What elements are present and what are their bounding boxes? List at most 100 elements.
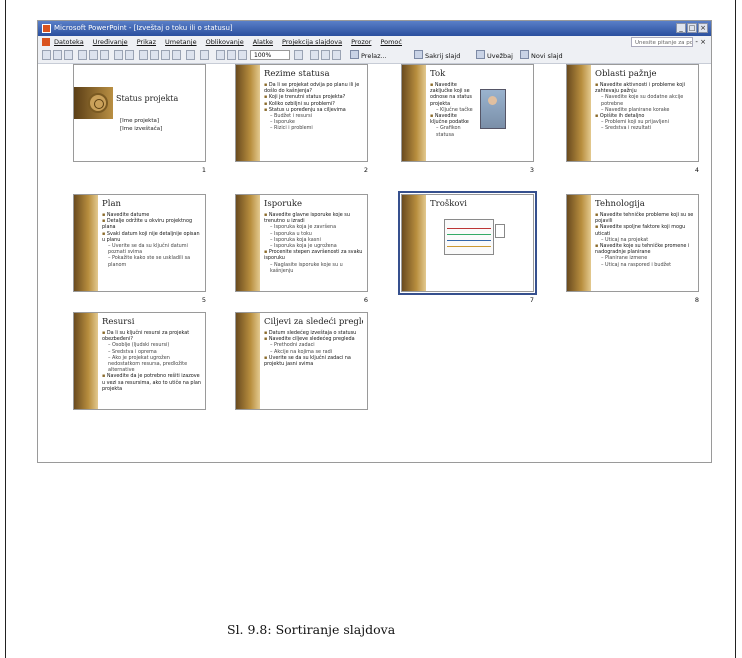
new-slide-icon-small	[520, 50, 529, 59]
slide-thumbnail[interactable]: Plan Navedite datumeDetalje održite u ok…	[73, 194, 206, 292]
chart-icon[interactable]	[216, 50, 225, 60]
copy-icon[interactable]	[150, 50, 159, 60]
new-slide-icon[interactable]	[332, 50, 341, 60]
bullet-item: Navedite tehničke probleme koji su se po…	[595, 212, 694, 224]
slide-thumbnail[interactable]: Oblasti pažnje Navedite aktivnosti i pro…	[566, 64, 699, 162]
slide-thumbnail-selected[interactable]: Troškovi	[398, 191, 537, 295]
slide-title: Isporuke	[264, 199, 302, 209]
slide-body: Navedite tehničke probleme koji su se po…	[595, 212, 694, 268]
slide-thumbnail[interactable]: Isporuke Navedite glavne isporuke koje s…	[235, 194, 368, 292]
slide-title: Troškovi	[430, 199, 468, 209]
hide-slide-button[interactable]: Sakrij slajd	[414, 50, 460, 62]
minimize-button[interactable]: _	[676, 23, 686, 33]
open-icon[interactable]	[53, 50, 62, 60]
bullet-item: Svaki datum koji nije detaljnije opisan …	[102, 231, 201, 243]
document-icon[interactable]	[42, 38, 50, 46]
new-slide-button[interactable]: Novi slajd	[520, 50, 563, 62]
slide-title: Plan	[102, 199, 121, 209]
table-icon[interactable]	[227, 50, 236, 60]
chart-placeholder	[444, 219, 494, 255]
bullet-item: Detalje održite u okviru projektnog plan…	[102, 218, 201, 230]
menu-umetanje[interactable]: Umetanje	[165, 36, 197, 48]
slide-body: Navedite glavne isporuke koje su trenutn…	[264, 212, 363, 274]
powerpoint-icon	[42, 24, 51, 33]
cut-icon[interactable]	[139, 50, 148, 60]
menu-uredivanje[interactable]: Uređivanje	[93, 36, 128, 48]
menu-prozor[interactable]: Prozor	[351, 36, 371, 48]
rehearse-button[interactable]: Uvežbaj	[476, 50, 513, 62]
slide-body: Navedite datumeDetalje održite u okviru …	[102, 212, 201, 268]
research-icon[interactable]	[125, 50, 134, 60]
slide-number: 6	[363, 296, 368, 304]
slide-number: 7	[529, 296, 534, 304]
new-slide-label: Novi slajd	[531, 52, 563, 60]
close-button[interactable]: ×	[698, 23, 708, 33]
menu-items: Datoteka Uređivanje Prikaz Umetanje Obli…	[54, 36, 402, 48]
menu-alatke[interactable]: Alatke	[253, 36, 273, 48]
slide-thumbnail[interactable]: Resursi Da li su ključni resursi za proj…	[73, 312, 206, 410]
help-icon[interactable]	[294, 50, 303, 60]
slide-thumbnail[interactable]: Tehnologija Navedite tehničke probleme k…	[566, 194, 699, 292]
transition-button[interactable]: Prelaz...	[350, 50, 387, 62]
print-preview-icon[interactable]	[100, 50, 109, 60]
help-search-input[interactable]: Unesite pitanje za pomoć	[631, 37, 693, 47]
slide-body: Navedite aktivnosti i probleme koji zaht…	[595, 82, 694, 132]
standard-toolbar: 100% Prelaz... Sakrij slajd Uvežbaj Novi…	[38, 48, 711, 64]
slide-layout-icon[interactable]	[321, 50, 330, 60]
maximize-button[interactable]: □	[687, 23, 697, 33]
bullet-item: Navedite da je potrebno rešiti izazove u…	[102, 373, 201, 392]
paste-icon[interactable]	[161, 50, 170, 60]
menu-oblikovanje[interactable]: Oblikovanje	[206, 36, 244, 48]
document-close-button[interactable]: - ×	[695, 36, 706, 48]
slide-title: Oblasti pažnje	[595, 69, 657, 79]
slide-thumbnail[interactable]: Rezime statusa Da li se projekat odvija …	[235, 64, 368, 162]
bullet-item: Procenite stepen završenosti za svaku is…	[264, 249, 363, 261]
rehearse-label: Uvežbaj	[487, 52, 513, 60]
transition-label: Prelaz...	[361, 52, 387, 60]
title-bar: Microsoft PowerPoint - [Izveštaj o toku …	[38, 21, 711, 36]
menu-pomoc[interactable]: Pomoć	[380, 36, 402, 48]
redo-icon[interactable]	[200, 50, 209, 60]
sub-bullet-item: Rizici i problemi	[270, 125, 363, 131]
subtitle-line: [Ime projekta]	[120, 118, 160, 124]
decorative-strip	[402, 65, 426, 161]
slide-number: 3	[529, 166, 534, 174]
sub-bullet-item: Pokažite kako ste se uskladili sa planom	[108, 255, 201, 267]
spelling-icon[interactable]	[114, 50, 123, 60]
menu-prikaz[interactable]: Prikaz	[137, 36, 156, 48]
bullet-item: Da li se projekat odvija po planu ili je…	[264, 82, 363, 94]
bullet-item: Da li su ključni resursi za projekat obe…	[102, 330, 201, 342]
decorative-strip	[74, 313, 98, 409]
decorative-strip	[236, 195, 260, 291]
sub-bullet-item: Uverite se da su ključni datumi poznati …	[108, 243, 201, 255]
slide-body: Navedite zaključke koji se odnose na sta…	[430, 82, 473, 138]
new-icon[interactable]	[42, 50, 51, 60]
emblem-icon	[88, 93, 108, 113]
slide-body: Datum sledećeg izveštaja o statusuNavedi…	[264, 330, 363, 367]
slide-title: Status projekta	[116, 94, 179, 103]
rehearse-icon	[476, 50, 485, 59]
zoom-select[interactable]: 100%	[250, 50, 290, 60]
chart-line	[447, 234, 491, 235]
print-icon[interactable]	[89, 50, 98, 60]
menu-projekcija[interactable]: Projekcija slajdova	[282, 36, 342, 48]
format-painter-icon[interactable]	[172, 50, 181, 60]
undo-icon[interactable]	[186, 50, 195, 60]
window-title: Microsoft PowerPoint - [Izveštaj o toku …	[54, 24, 233, 32]
tables-borders-icon[interactable]	[238, 50, 247, 60]
menu-datoteka[interactable]: Datoteka	[54, 36, 84, 48]
bullet-item: Navedite koje su tehničke promene i nado…	[595, 243, 694, 255]
slide-thumbnail[interactable]: Status projekta [Ime projekta] [Ime izve…	[73, 64, 206, 162]
slide-title: Rezime statusa	[264, 69, 330, 79]
slide-title: Tehnologija	[595, 199, 645, 209]
slide-design-icon[interactable]	[310, 50, 319, 60]
slide-number: 1	[201, 166, 206, 174]
decorative-strip	[74, 195, 98, 291]
permission-icon[interactable]	[78, 50, 87, 60]
save-icon[interactable]	[64, 50, 73, 60]
slide-thumbnail[interactable]: Ciljevi za sledeći pregled Datum sledeće…	[235, 312, 368, 410]
sub-bullet-item: Navedite koje su dodatne akcije potrebne	[601, 94, 694, 106]
bullet-item: Navedite ključne podatke	[430, 113, 473, 125]
slide-thumbnail[interactable]: Tok Navedite zaključke koji se odnose na…	[401, 64, 534, 162]
menu-bar: Datoteka Uređivanje Prikaz Umetanje Obli…	[38, 36, 711, 48]
